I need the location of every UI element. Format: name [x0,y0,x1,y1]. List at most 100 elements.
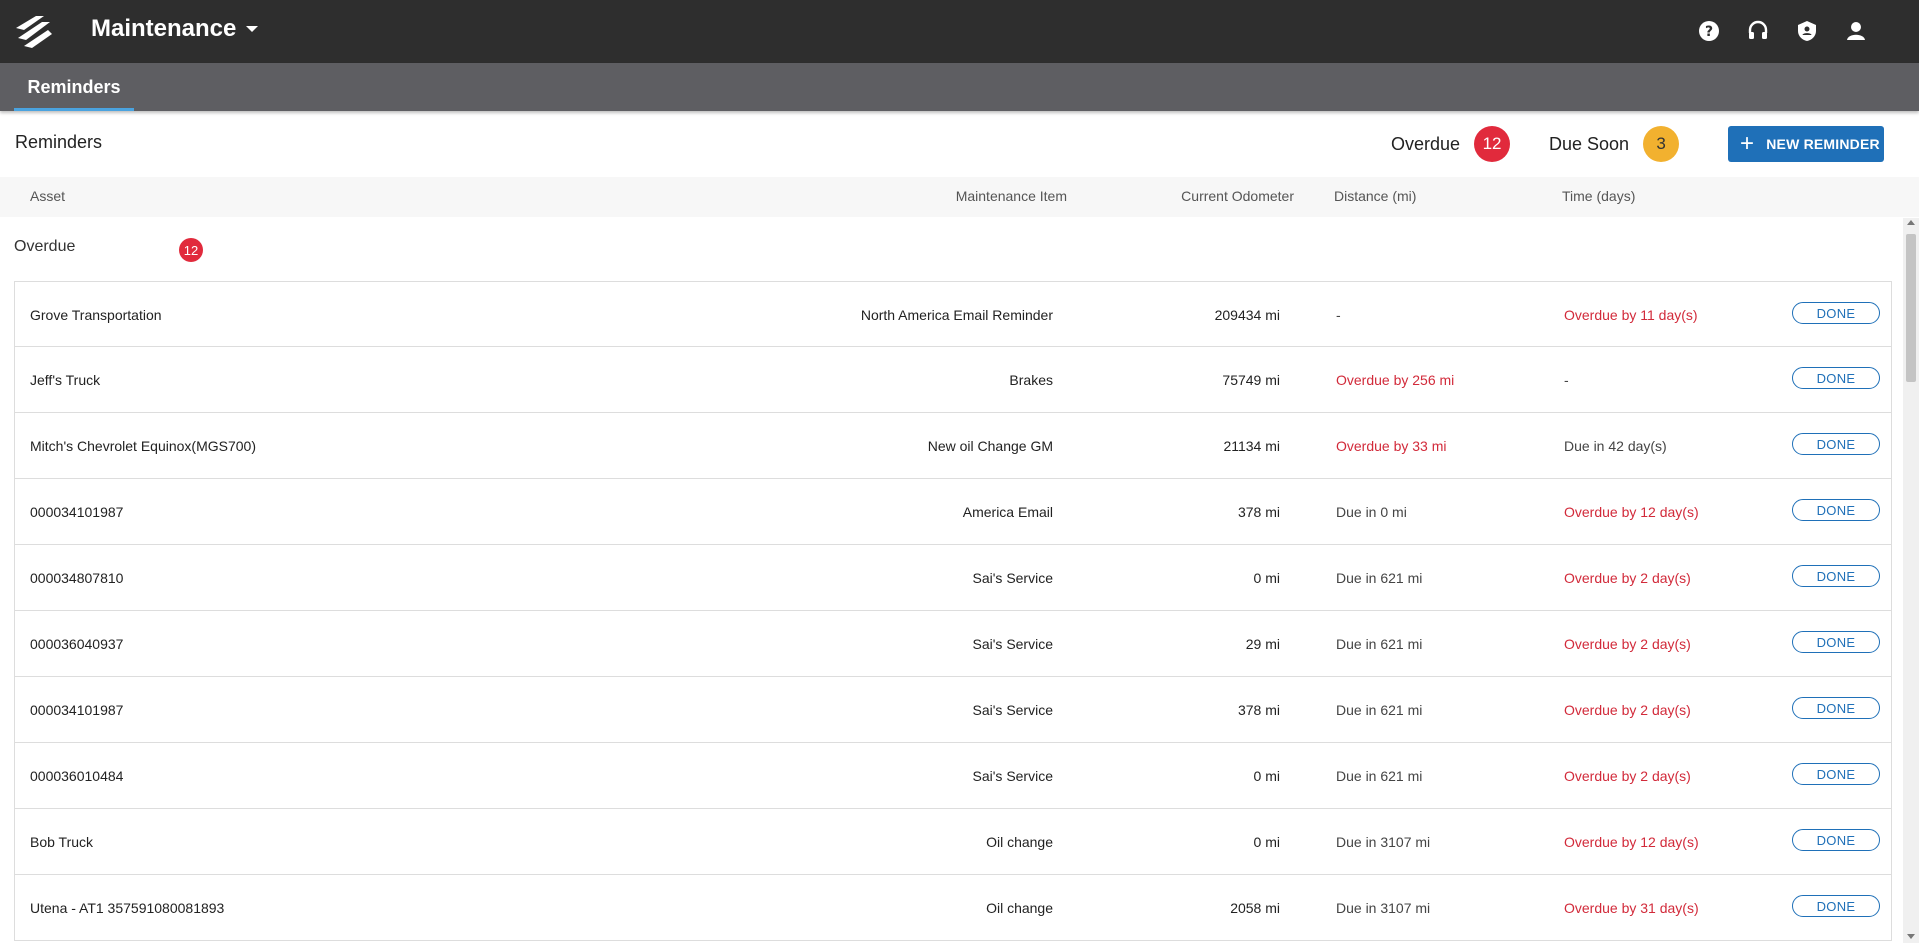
table-header: Asset Maintenance Item Current Odometer … [0,177,1919,217]
asset-cell: Jeff's Truck [30,372,101,388]
column-header-distance[interactable]: Distance (mi) [1334,188,1416,204]
done-button[interactable]: DONE [1792,631,1880,653]
time-cell: Overdue by 2 day(s) [1564,768,1691,784]
asset-cell: 000034101987 [30,702,124,718]
app-logo-icon[interactable] [14,14,54,48]
table-row[interactable]: Mitch's Chevrolet Equinox(MGS700) New oil… [14,413,1892,479]
maintenance-item-cell: New oil Change GM [927,438,1053,454]
overdue-count-badge: 12 [1474,126,1511,162]
chevron-down-icon [246,26,259,32]
odometer-cell: 75749 mi [1222,372,1280,388]
section-count-badge: 12 [179,238,203,262]
table-row[interactable]: 000036040937 Sai's Service 29 mi Due in 621… [14,611,1892,677]
done-button[interactable]: DONE [1792,829,1880,851]
time-cell: Overdue by 2 day(s) [1564,570,1691,586]
table-row[interactable]: Bob Truck Oil change 0 mi Due in 3107 mi Ove… [14,809,1892,875]
asset-cell: 000036040937 [30,636,124,652]
maintenance-item-cell: America Email [962,504,1053,520]
odometer-cell: 2058 mi [1230,900,1280,916]
maintenance-item-cell: Oil change [986,834,1053,850]
done-button[interactable]: DONE [1792,763,1880,785]
table-row[interactable]: 000036010484 Sai's Service 0 mi Due in 621 … [14,743,1892,809]
asset-cell: 000036010484 [30,768,124,784]
time-cell: Overdue by 11 day(s) [1564,307,1698,323]
distance-cell: Due in 621 mi [1336,702,1423,718]
maintenance-item-cell: North America Email Reminder [860,307,1053,323]
time-cell: Overdue by 31 day(s) [1564,900,1699,916]
done-button[interactable]: DONE [1792,697,1880,719]
due-soon-label: Due Soon [1549,133,1630,154]
app-title: Maintenance [91,15,237,42]
done-button[interactable]: DONE [1792,499,1880,521]
plus-icon: + [1740,130,1755,157]
vertical-scrollbar[interactable] [1903,218,1919,943]
done-button[interactable]: DONE [1792,433,1880,455]
maintenance-item-cell: Sai's Service [972,702,1053,718]
svg-text:?: ? [1705,24,1713,40]
odometer-cell: 0 mi [1253,834,1280,850]
column-header-time[interactable]: Time (days) [1562,188,1635,204]
reminders-table-body: Grove Transportation North America Email … [14,281,1892,941]
new-reminder-button[interactable]: + NEW REMINDER [1728,126,1884,162]
distance-cell: Due in 621 mi [1336,636,1423,652]
table-row[interactable]: Jeff's Truck Brakes 75749 mi Overdue by 256… [14,347,1892,413]
maintenance-item-cell: Brakes [1009,372,1053,388]
asset-cell: Utena - AT1 357591080081893 [30,900,225,916]
asset-cell: Mitch's Chevrolet Equinox(MGS700) [30,438,256,454]
sub-navigation: Reminders [0,63,1919,111]
odometer-cell: 0 mi [1253,768,1280,784]
distance-cell: Due in 621 mi [1336,570,1423,586]
reminders-header: Reminders Overdue 12 Due Soon 3 + NEW RE… [0,118,1919,170]
time-cell: Overdue by 2 day(s) [1564,636,1691,652]
headset-support-icon[interactable] [1745,18,1771,44]
maintenance-item-cell: Oil change [986,900,1053,916]
odometer-cell: 378 mi [1237,504,1280,520]
asset-cell: Grove Transportation [30,307,162,323]
distance-cell: Overdue by 256 mi [1336,372,1455,388]
overdue-label: Overdue [1391,133,1461,154]
shield-user-icon[interactable] [1794,18,1820,44]
top-icon-group: ? [1696,18,1869,44]
table-row[interactable]: 000034807810 Sai's Service 0 mi Due in 621 … [14,545,1892,611]
app-switcher[interactable]: Maintenance [91,15,259,43]
odometer-cell: 0 mi [1253,570,1280,586]
account-icon[interactable] [1843,18,1869,44]
table-row[interactable]: Grove Transportation North America Email … [14,281,1892,347]
scroll-down-arrow-icon[interactable] [1907,934,1915,939]
time-cell: Overdue by 2 day(s) [1564,702,1691,718]
time-cell: Overdue by 12 day(s) [1564,504,1699,520]
time-cell: Overdue by 12 day(s) [1564,834,1699,850]
column-header-current-odometer[interactable]: Current Odometer [1181,188,1294,204]
done-button[interactable]: DONE [1792,565,1880,587]
section-title-overdue: Overdue [14,238,76,255]
tab-reminders[interactable]: Reminders [14,63,134,111]
done-button[interactable]: DONE [1792,302,1880,324]
time-cell: - [1564,372,1569,388]
column-header-asset[interactable]: Asset [30,188,65,204]
maintenance-item-cell: Sai's Service [972,636,1053,652]
done-button[interactable]: DONE [1792,895,1880,917]
new-reminder-label: NEW REMINDER [1766,136,1880,152]
table-row[interactable]: 000034101987 Sai's Service 378 mi Due in 62… [14,677,1892,743]
due-soon-count-badge: 3 [1643,126,1680,162]
asset-cell: 000034807810 [30,570,124,586]
odometer-cell: 21134 mi [1223,438,1280,454]
scrollbar-thumb[interactable] [1906,234,1916,382]
distance-cell: Overdue by 33 mi [1336,438,1447,454]
top-app-bar: Maintenance ? [0,0,1919,63]
column-header-maintenance-item[interactable]: Maintenance Item [956,188,1067,204]
scroll-up-arrow-icon[interactable] [1907,220,1915,225]
maintenance-item-cell: Sai's Service [972,570,1053,586]
odometer-cell: 378 mi [1237,702,1280,718]
done-button[interactable]: DONE [1792,367,1880,389]
table-row[interactable]: Utena - AT1 357591080081893 Oil change 205… [14,875,1892,941]
due-soon-summary: Due Soon 3 [1549,126,1680,162]
distance-cell: Due in 0 mi [1336,504,1407,520]
maintenance-item-cell: Sai's Service [972,768,1053,784]
distance-cell: Due in 3107 mi [1336,900,1431,916]
asset-cell: 000034101987 [30,504,124,520]
page-title: Reminders [15,132,103,152]
table-row[interactable]: 000034101987 America Email 378 mi Due in 0 … [14,479,1892,545]
help-icon[interactable]: ? [1696,18,1722,44]
odometer-cell: 209434 mi [1214,307,1280,323]
